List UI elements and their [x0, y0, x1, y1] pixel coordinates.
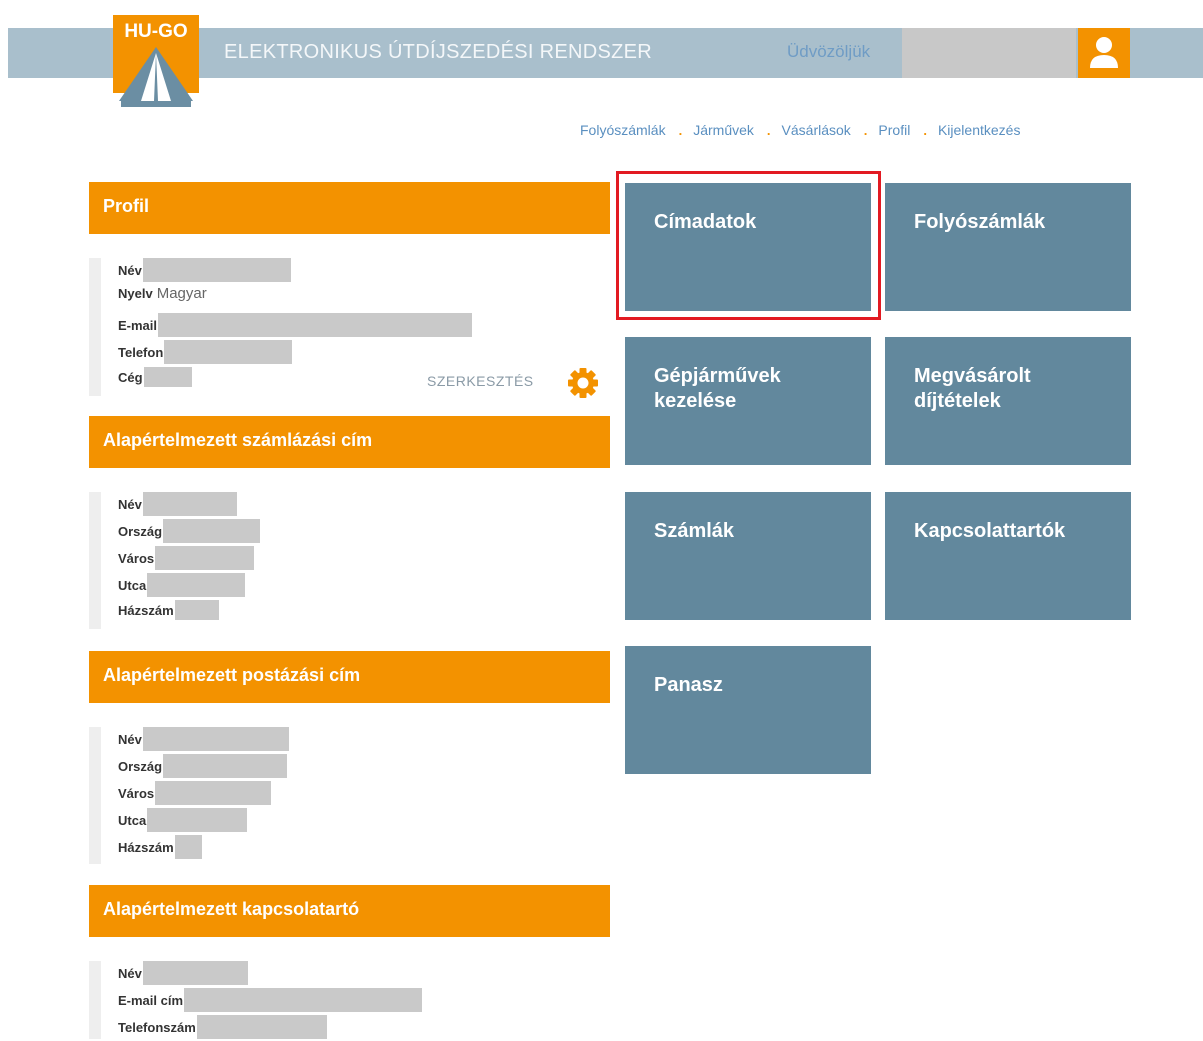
- svg-text:HU-GO: HU-GO: [124, 21, 187, 42]
- redacted-value: [143, 367, 192, 387]
- redacted-value: [155, 546, 255, 570]
- gear-icon[interactable]: [566, 366, 600, 400]
- profile-phone-row: Telefon: [118, 340, 293, 366]
- billing-row: Házszám: [118, 600, 219, 626]
- welcome-text: Üdvözöljük: [787, 42, 871, 61]
- field-label: Házszám: [118, 839, 174, 855]
- postal-fields: Név Ország Város Utca Házszám: [89, 727, 289, 864]
- billing-row: Név: [118, 492, 237, 518]
- billing-row: Város: [118, 546, 255, 572]
- nav-separator: .: [923, 123, 927, 138]
- nav-separator: .: [863, 123, 868, 138]
- postal-row: Házszám: [118, 835, 202, 861]
- nav-jarmuvek[interactable]: Járművek: [693, 122, 754, 138]
- edit-profile-link[interactable]: SZERKESZTÉS: [427, 373, 534, 389]
- language-value: Magyar: [156, 285, 207, 303]
- redacted-value: [155, 781, 272, 805]
- contact-fields: Név E-mail cím Telefonszám: [89, 961, 423, 1039]
- field-label: Nyelv: [118, 286, 153, 302]
- field-label: Név: [118, 731, 142, 747]
- redacted-value: [147, 573, 246, 597]
- tile-cimadatok[interactable]: Címadatok: [625, 183, 871, 311]
- contact-row: E-mail cím: [118, 988, 423, 1014]
- postal-address-header: Alapértelmezett postázási cím: [89, 651, 610, 703]
- postal-row: Utca: [118, 808, 248, 834]
- redacted-value: [163, 519, 261, 543]
- field-label: Név: [118, 262, 142, 278]
- tile-kapcsolattartok[interactable]: Kapcsolattartók: [885, 492, 1131, 620]
- redacted-value: [142, 492, 237, 516]
- redacted-value: [174, 600, 219, 620]
- profile-company-row: Cég: [118, 367, 192, 393]
- billing-address-header: Alapértelmezett számlázási cím: [89, 416, 610, 468]
- redacted-value: [142, 258, 291, 282]
- field-label: E-mail cím: [118, 992, 184, 1008]
- redacted-value: [142, 727, 289, 751]
- user-name-redacted: [902, 28, 1076, 78]
- profile-header: Profil: [89, 182, 610, 234]
- field-label: Város: [118, 785, 155, 801]
- redacted-value: [174, 835, 202, 859]
- field-label: Telefon: [118, 344, 164, 360]
- field-label: Utca: [118, 577, 147, 593]
- postal-row: Ország: [118, 754, 288, 780]
- billing-row: Ország: [118, 519, 261, 545]
- user-icon: [1090, 37, 1118, 68]
- nav-folyoszamlak[interactable]: Folyószámlák: [580, 122, 666, 138]
- tile-panasz[interactable]: Panasz: [625, 646, 871, 774]
- billing-row: Utca: [118, 573, 246, 599]
- field-label: Telefonszám: [118, 1019, 196, 1035]
- profile-email-row: E-mail: [118, 313, 473, 339]
- nav-separator: .: [678, 123, 683, 138]
- field-label: Név: [118, 965, 142, 981]
- billing-fields: Név Ország Város Utca Házszám: [89, 492, 261, 629]
- field-label: E-mail: [118, 317, 158, 333]
- tile-folyoszamlak[interactable]: Folyószámlák: [885, 183, 1131, 311]
- redacted-value: [184, 988, 423, 1012]
- redacted-value: [147, 808, 248, 832]
- nav-separator: .: [766, 123, 771, 138]
- redacted-value: [196, 1015, 327, 1039]
- contact-row: Telefonszám: [118, 1015, 327, 1041]
- nav-kijelentkezes[interactable]: Kijelentkezés: [938, 122, 1021, 138]
- tile-szamlak[interactable]: Számlák: [625, 492, 871, 620]
- system-title: ELEKTRONIKUS ÚTDÍJSZEDÉSI RENDSZER: [224, 41, 653, 63]
- hu-go-logo[interactable]: HU-GO: [113, 15, 199, 110]
- tile-megvasarolt-dijtetelek[interactable]: Megvásárolt díjtételek: [885, 337, 1131, 465]
- contact-person-header: Alapértelmezett kapcsolatartó: [89, 885, 610, 937]
- profile-language-row: Nyelv Magyar: [118, 285, 207, 311]
- contact-row: Név: [118, 961, 248, 987]
- field-label: Házszám: [118, 602, 174, 618]
- redacted-value: [164, 340, 293, 364]
- postal-row: Név: [118, 727, 289, 753]
- field-label: Ország: [118, 758, 163, 774]
- nav-vasarlasok[interactable]: Vásárlások: [782, 122, 851, 138]
- redacted-value: [158, 313, 473, 337]
- profile-name-row: Név: [118, 258, 291, 284]
- top-nav: Folyószámlák. Járművek. Vásárlások. Profil.…: [580, 122, 1020, 138]
- redacted-value: [142, 961, 248, 985]
- field-label: Ország: [118, 523, 163, 539]
- nav-profil[interactable]: Profil: [878, 122, 910, 138]
- field-label: Cég: [118, 369, 143, 385]
- postal-row: Város: [118, 781, 272, 807]
- field-label: Név: [118, 496, 142, 512]
- field-label: Város: [118, 550, 155, 566]
- redacted-value: [163, 754, 288, 778]
- tile-gepjarmuvek[interactable]: Gépjárművek kezelése: [625, 337, 871, 465]
- profile-fields: Név Nyelv Magyar E-mail Telefon Cég: [89, 258, 473, 396]
- field-label: Utca: [118, 812, 147, 828]
- user-menu-button[interactable]: [1078, 28, 1130, 78]
